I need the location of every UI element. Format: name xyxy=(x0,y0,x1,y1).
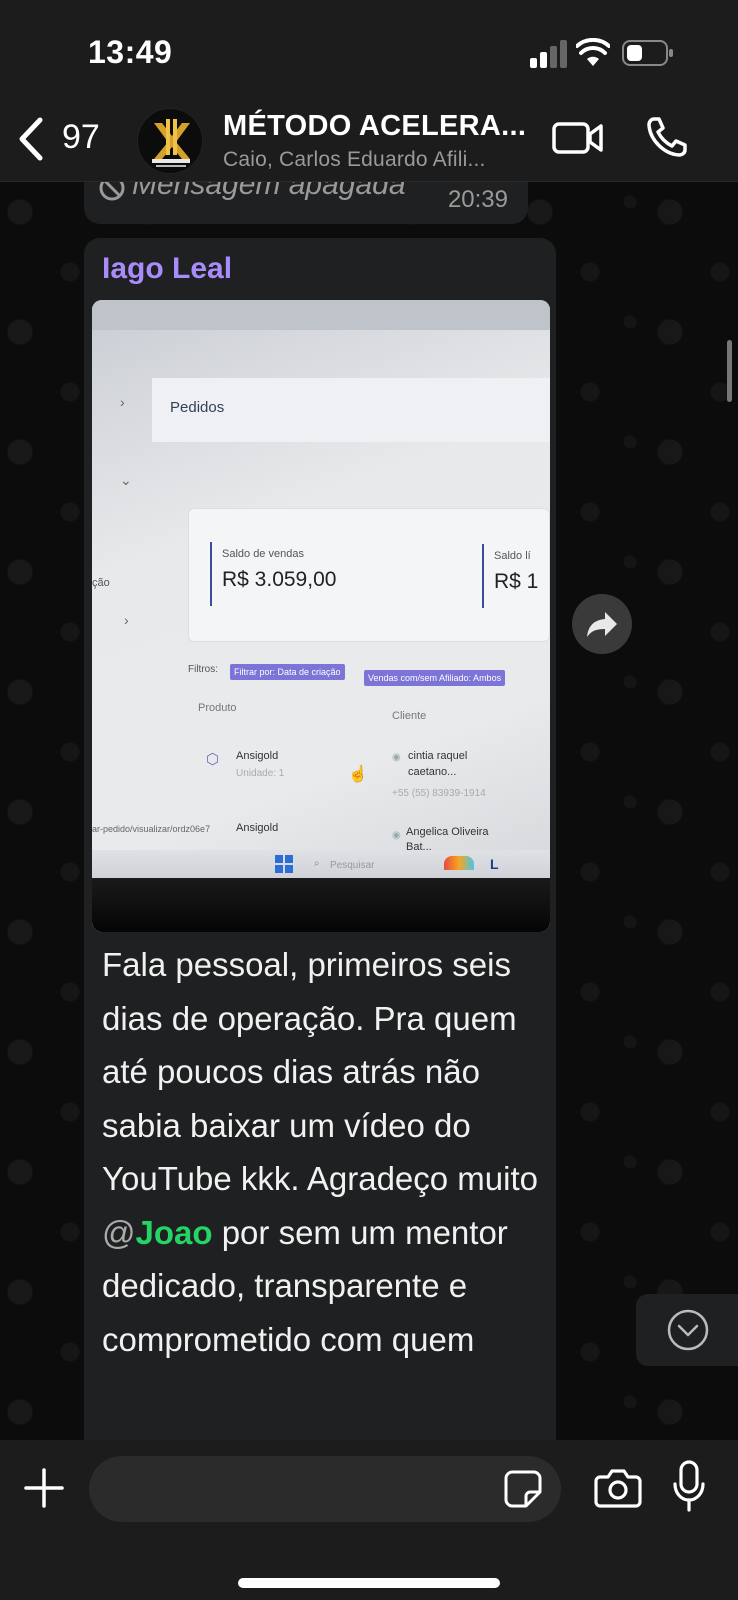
message-text: Fala pessoal, primeiros seis dias de ope… xyxy=(102,938,542,1366)
photo-card1-value: R$ 3.059,00 xyxy=(222,568,337,591)
forward-button[interactable] xyxy=(572,594,632,654)
message-time: 20:39 xyxy=(447,186,508,213)
photo-taskbar xyxy=(92,850,550,878)
photo-row2-url: ar-pedido/visualizar/ordz06e7 xyxy=(92,824,211,834)
photo-eye-icon-2: ◉ xyxy=(392,830,401,841)
photo-row1-product: Ansigold xyxy=(236,750,279,762)
photo-chevron-3: › xyxy=(124,612,129,628)
photo-card1-label: Saldo de vendas xyxy=(222,548,304,560)
photo-card-accent-1 xyxy=(210,542,212,606)
photo-taskbar-search: Pesquisar xyxy=(330,860,375,871)
home-indicator[interactable] xyxy=(238,1578,500,1588)
mic-icon[interactable] xyxy=(672,1460,706,1514)
deleted-icon xyxy=(99,182,125,201)
chat-header: 97 MÉTODO ACELERA... Caio, Carlos Eduard… xyxy=(0,100,738,182)
deleted-message-bubble[interactable]: Mensagem apagada 20:39 xyxy=(84,182,528,224)
battery-icon xyxy=(622,40,673,66)
photo-page-title: Pedidos xyxy=(170,399,225,416)
chat-area[interactable]: Mensagem apagada 20:39 Iago Leal Pedidos… xyxy=(0,182,738,1440)
mention-link[interactable]: Joao xyxy=(136,1214,213,1251)
group-title[interactable]: MÉTODO ACELERA... xyxy=(223,110,526,143)
photo-col-client: Cliente xyxy=(392,710,427,722)
photo-row2-product: Ansigold xyxy=(236,822,279,834)
unread-count[interactable]: 97 xyxy=(62,118,100,157)
mention-at: @ xyxy=(102,1213,136,1251)
back-chevron-icon[interactable] xyxy=(16,116,46,162)
message-bubble[interactable]: Iago Leal Pedidos › ⌄ › ção Saldo de ven… xyxy=(84,238,556,1440)
wifi-icon xyxy=(576,38,610,66)
photo-monitor-bezel xyxy=(92,878,550,932)
photo-taskbar-app2-icon: L xyxy=(490,856,499,872)
status-time: 13:49 xyxy=(88,34,173,70)
photo-chevron-1: › xyxy=(120,394,125,410)
photo-row1-phone: +55 (55) 83939-1914 xyxy=(392,788,486,799)
photo-chevron-2: ⌄ xyxy=(120,472,132,488)
photo-taskbar-app-icon xyxy=(444,856,474,870)
scroll-to-bottom-button[interactable] xyxy=(636,1294,738,1366)
phone-icon[interactable] xyxy=(646,116,688,158)
group-logo-icon xyxy=(139,110,202,173)
photo-row1-unit: Unidade: 1 xyxy=(236,768,285,779)
photo-cursor-icon: ☝ xyxy=(348,766,368,783)
plus-icon[interactable] xyxy=(24,1468,64,1508)
photo-col-product: Produto xyxy=(198,702,237,714)
signal-icon xyxy=(530,40,567,68)
photo-box-icon: ⬡ xyxy=(206,751,220,768)
group-avatar[interactable] xyxy=(137,108,203,174)
camera-icon[interactable] xyxy=(594,1468,642,1508)
windows-logo-icon xyxy=(275,855,293,873)
group-members[interactable]: Caio, Carlos Eduardo Afili... xyxy=(223,148,486,172)
status-bar: 13:49 xyxy=(0,0,738,100)
sticker-icon[interactable] xyxy=(504,1470,542,1508)
photo-eye-icon-1: ◉ xyxy=(392,752,401,763)
scrollbar-thumb[interactable] xyxy=(727,340,732,402)
photo-card-accent-2 xyxy=(482,544,484,608)
message-text-part-1: Fala pessoal, primeiros seis dias de ope… xyxy=(102,946,538,1197)
photo-row1-client-2: caetano... xyxy=(408,766,457,778)
photo-card2-value: R$ 1 xyxy=(494,570,539,593)
photo-taskbar-search-icon: ⌕ xyxy=(314,858,320,869)
photo-sidebar-fragment: ção xyxy=(92,577,110,589)
message-input[interactable] xyxy=(89,1456,561,1522)
photo-card2-label: Saldo lí xyxy=(494,550,531,562)
message-photo[interactable]: Pedidos › ⌄ › ção Saldo de vendas R$ 3.0… xyxy=(92,300,550,932)
forward-icon xyxy=(587,612,617,637)
input-bar xyxy=(0,1440,738,1600)
video-call-icon[interactable] xyxy=(552,120,604,156)
deleted-message-text: Mensagem apagada xyxy=(132,182,406,201)
photo-filter-2: Vendas com/sem Afiliado: Ambos xyxy=(364,670,506,686)
photo-filter-1: Filtrar por: Data de criação xyxy=(230,664,345,680)
screen-top-bar xyxy=(92,300,550,330)
photo-filters-label: Filtros: xyxy=(188,664,218,675)
sender-name[interactable]: Iago Leal xyxy=(102,252,232,286)
photo-row1-client-1: cintia raquel xyxy=(408,750,468,762)
chevron-down-icon xyxy=(667,1309,709,1351)
photo-row2-client-1: Angelica Oliveira xyxy=(406,826,489,838)
